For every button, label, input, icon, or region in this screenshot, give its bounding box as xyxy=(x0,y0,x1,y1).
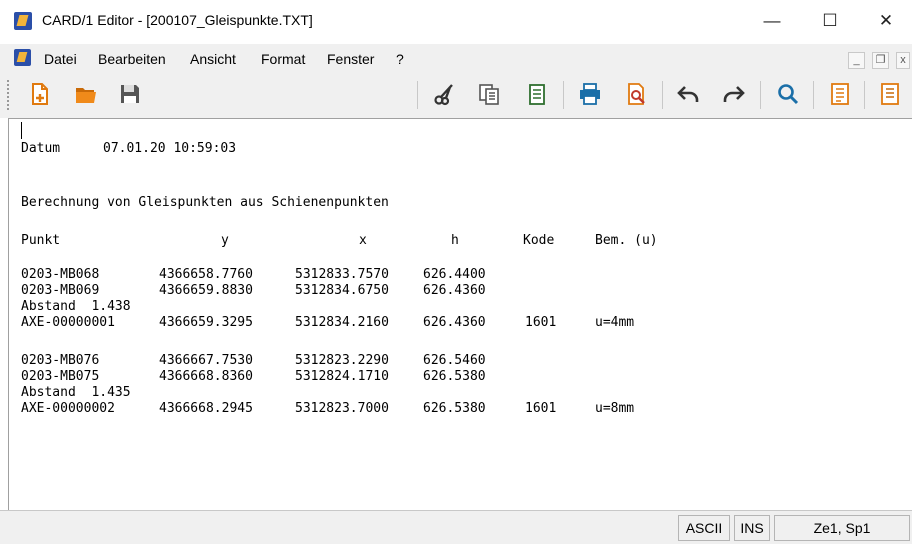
table-cell: 626.4360 xyxy=(423,315,486,330)
mdi-close-button[interactable]: x xyxy=(896,52,910,69)
copy-icon[interactable] xyxy=(477,82,501,106)
menu-format[interactable]: Format xyxy=(261,51,305,67)
column-header-bem: Bem. (u) xyxy=(595,233,658,248)
menu-help[interactable]: ? xyxy=(396,51,404,67)
toolbar-separator xyxy=(813,81,814,109)
toolbar-separator xyxy=(760,81,761,109)
menu-bearbeiten[interactable]: Bearbeiten xyxy=(98,51,166,67)
menu-bar: Datei Bearbeiten Ansicht Format Fenster … xyxy=(0,44,912,72)
close-button[interactable]: ✕ xyxy=(866,6,906,36)
table-cell: 5312823.7000 xyxy=(295,401,389,416)
status-encoding: ASCII xyxy=(678,515,730,541)
status-insert-mode: INS xyxy=(734,515,770,541)
column-header-x: x xyxy=(359,233,367,248)
minimize-button[interactable]: — xyxy=(752,6,792,36)
table-cell: 626.4400 xyxy=(423,267,486,282)
table-cell: 1601 xyxy=(525,315,557,330)
table-cell: 626.5380 xyxy=(423,369,486,384)
cut-icon[interactable] xyxy=(433,82,457,106)
table-cell: u=4mm xyxy=(595,315,635,330)
table-row: 0203-MB075 xyxy=(21,369,100,384)
column-header-punkt: Punkt xyxy=(21,233,61,248)
table-row: 0203-MB068 xyxy=(21,267,100,282)
table-cell: 4366667.7530 xyxy=(159,353,253,368)
text-caret xyxy=(21,122,22,139)
axis-row: AXE-00000001 xyxy=(21,315,115,330)
toolbar xyxy=(0,72,912,118)
toolbar-separator xyxy=(563,81,564,109)
table-row: 0203-MB076 xyxy=(21,353,100,368)
table-cell: u=8mm xyxy=(595,401,635,416)
table-cell: 4366668.8360 xyxy=(159,369,253,384)
status-bar: ASCII INS Ze1, Sp1 xyxy=(0,510,912,544)
abstand-line: Abstand 1.438 xyxy=(21,299,131,314)
table-cell: 4366658.7760 xyxy=(159,267,253,282)
table-cell: 626.5380 xyxy=(423,401,486,416)
toolbar-separator xyxy=(662,81,663,109)
axis-row: AXE-00000002 xyxy=(21,401,115,416)
table-cell: 626.5460 xyxy=(423,353,486,368)
document-icon[interactable] xyxy=(878,82,902,106)
table-cell: 5312834.6750 xyxy=(295,283,389,298)
abstand-line: Abstand 1.435 xyxy=(21,385,131,400)
menu-fenster[interactable]: Fenster xyxy=(327,51,374,67)
table-cell: 4366659.8830 xyxy=(159,283,253,298)
open-folder-icon[interactable] xyxy=(74,82,98,106)
table-cell: 5312834.2160 xyxy=(295,315,389,330)
datum-value: 07.01.20 10:59:03 xyxy=(103,141,237,156)
table-cell: 4366668.2945 xyxy=(159,401,253,416)
table-row: 0203-MB069 xyxy=(21,283,100,298)
datum-label: Datum xyxy=(21,141,61,156)
save-icon[interactable] xyxy=(118,82,142,106)
paste-icon[interactable] xyxy=(525,82,549,106)
window-title: CARD/1 Editor - [200107_Gleispunkte.TXT] xyxy=(42,12,313,28)
toolbar-separator xyxy=(417,81,418,109)
maximize-button[interactable]: ☐ xyxy=(810,6,850,36)
table-cell: 626.4360 xyxy=(423,283,486,298)
toolbar-grip[interactable] xyxy=(7,80,11,110)
table-cell: 1601 xyxy=(525,401,557,416)
undo-icon[interactable] xyxy=(676,82,700,106)
list-icon[interactable] xyxy=(828,82,852,106)
mdi-minimize-button[interactable]: _ xyxy=(848,52,865,69)
find-icon[interactable] xyxy=(776,82,800,106)
table-cell: 4366659.3295 xyxy=(159,315,253,330)
column-header-y: y xyxy=(221,233,229,248)
document-menu-icon[interactable] xyxy=(14,49,31,66)
redo-icon[interactable] xyxy=(722,82,746,106)
menu-ansicht[interactable]: Ansicht xyxy=(190,51,236,67)
menu-datei[interactable]: Datei xyxy=(44,51,77,67)
table-cell: 5312824.1710 xyxy=(295,369,389,384)
new-file-icon[interactable] xyxy=(28,82,52,106)
toolbar-separator xyxy=(864,81,865,109)
column-header-h: h xyxy=(451,233,459,248)
mdi-restore-button[interactable]: ❐ xyxy=(872,52,889,69)
document-heading: Berechnung von Gleispunkten aus Schienen… xyxy=(21,195,389,210)
table-cell: 5312823.2290 xyxy=(295,353,389,368)
status-cursor-position: Ze1, Sp1 xyxy=(774,515,910,541)
text-editor[interactable]: Datum 07.01.20 10:59:03 Berechnung von G… xyxy=(8,118,912,511)
column-header-kode: Kode xyxy=(523,233,555,248)
print-preview-icon[interactable] xyxy=(625,82,649,106)
title-bar: CARD/1 Editor - [200107_Gleispunkte.TXT]… xyxy=(0,0,912,44)
table-cell: 5312833.7570 xyxy=(295,267,389,282)
app-icon[interactable] xyxy=(14,12,32,30)
print-icon[interactable] xyxy=(578,82,602,106)
